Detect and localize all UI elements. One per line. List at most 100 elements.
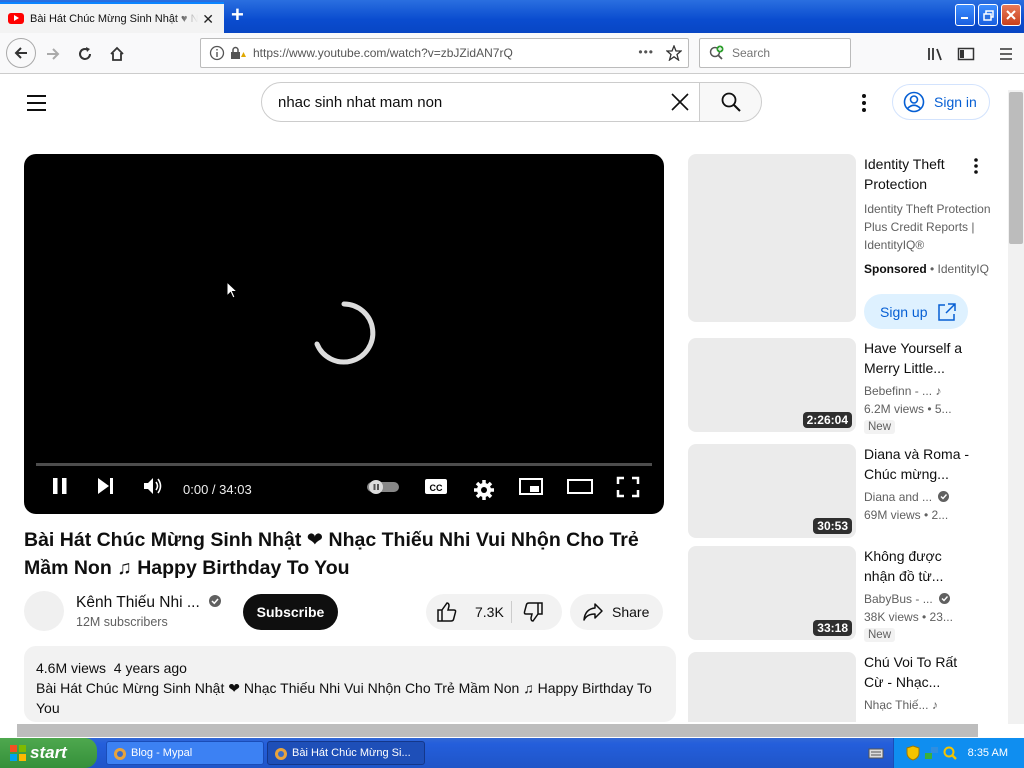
start-button[interactable]: start	[0, 738, 97, 768]
video-progress-bar[interactable]	[36, 463, 652, 466]
tab-close-icon[interactable]: ✕	[202, 11, 214, 28]
keyboard-layout-icon[interactable]	[868, 746, 884, 760]
browser-search-input[interactable]	[732, 46, 842, 60]
library-icon	[928, 48, 942, 61]
like-button[interactable]: 7.3K	[426, 594, 511, 630]
search-icon	[721, 92, 741, 112]
miniplayer-icon[interactable]	[518, 476, 544, 496]
browser-tab-active[interactable]: Bài Hát Chúc Mừng Sinh Nhật ♥ Nhạc Thiếu…	[0, 2, 224, 33]
related-meta-3: 38K views • 23...	[864, 610, 953, 624]
share-label: Share	[612, 604, 650, 620]
ad-description: Identity Theft Protection Plus Credit Re…	[864, 202, 991, 252]
svg-text:CC: CC	[430, 483, 443, 493]
mouse-cursor-icon	[226, 281, 238, 299]
music-note-icon: ♪	[935, 384, 942, 398]
thumbs-up-icon	[437, 602, 457, 622]
advertiser-name: • IdentityIQ	[930, 262, 989, 276]
vertical-scrollbar-thumb[interactable]	[1009, 92, 1023, 244]
network-icon[interactable]	[924, 745, 940, 761]
new-tab-button[interactable]: +	[231, 4, 244, 26]
sidebar-toggle-button[interactable]	[953, 41, 979, 67]
sidebar-icon	[957, 47, 975, 61]
video-duration: 2:26:04	[802, 412, 852, 428]
ad-more-options-icon[interactable]	[973, 157, 979, 175]
back-button[interactable]	[6, 38, 36, 68]
page-actions-menu-icon[interactable]: •••	[638, 45, 654, 59]
horizontal-scrollbar-thumb[interactable]	[17, 724, 978, 737]
channel-name-link[interactable]: Kênh Thiếu Nhi ...	[76, 594, 222, 612]
volume-icon[interactable]	[142, 476, 164, 496]
browser-search-bar[interactable]	[699, 38, 851, 68]
pause-icon[interactable]	[51, 476, 69, 496]
related-thumbnail-2[interactable]: 30:53	[688, 444, 856, 538]
taskbar-item-youtube[interactable]: Bài Hát Chúc Mừng Si...	[267, 741, 425, 765]
share-icon	[583, 603, 603, 621]
search-engine-icon[interactable]	[708, 45, 726, 61]
forward-button[interactable]	[40, 41, 66, 67]
taskbar-item-label: Blog - Mypal	[131, 747, 193, 759]
next-video-icon[interactable]	[96, 476, 116, 496]
sign-in-label: Sign in	[934, 94, 977, 110]
related-thumbnail-1[interactable]: 2:26:04	[688, 338, 856, 432]
search-icon[interactable]	[942, 745, 958, 761]
tab-title: Bài Hát Chúc Mừng Sinh Nhật ♥ Nhạc Thiếu…	[30, 12, 198, 25]
info-icon[interactable]	[209, 45, 225, 61]
sign-in-button[interactable]: Sign in	[892, 84, 990, 120]
ad-sponsored-line: Sponsored • IdentityIQ	[864, 262, 989, 276]
related-title-2[interactable]: Diana và Roma - Chúc mừng...	[864, 444, 974, 484]
related-title-1[interactable]: Have Yourself a Merry Little...	[864, 338, 974, 378]
url-text: https://www.youtube.com/watch?v=zbJZidAN…	[253, 46, 513, 60]
description-box[interactable]: 4.6M views 4 years ago Bài Hát Chúc Mừng…	[24, 646, 676, 722]
video-duration: 30:53	[813, 518, 852, 534]
close-window-button[interactable]	[1001, 4, 1021, 26]
youtube-search-button[interactable]	[699, 82, 762, 122]
home-button[interactable]	[104, 41, 130, 67]
theater-mode-icon[interactable]	[566, 476, 594, 496]
minimize-window-button[interactable]	[955, 4, 975, 26]
ad-title[interactable]: Identity Theft Protection	[864, 154, 974, 194]
channel-avatar[interactable]	[24, 591, 64, 631]
settings-gear-icon[interactable]	[473, 479, 495, 501]
related-thumbnail-4[interactable]	[688, 652, 856, 722]
video-title: Bài Hát Chúc Mừng Sinh Nhật ❤ Nhạc Thiếu…	[24, 529, 639, 579]
clear-search-icon[interactable]	[669, 91, 691, 113]
related-channel-name: Bebefinn - ...	[864, 384, 933, 398]
library-button[interactable]	[922, 41, 948, 67]
ad-cta-label: Sign up	[880, 303, 928, 320]
more-options-icon[interactable]	[861, 93, 867, 113]
related-thumbnail-3[interactable]: 33:18	[688, 546, 856, 640]
like-dislike-bar: 7.3K	[426, 594, 562, 630]
bookmark-star-icon[interactable]	[666, 45, 682, 61]
related-channel-name: Nhạc Thiế...	[864, 698, 929, 712]
start-label: start	[30, 743, 67, 762]
restore-window-button[interactable]	[978, 4, 998, 26]
ad-sign-up-button[interactable]: Sign up	[864, 294, 968, 329]
related-title-4[interactable]: Chú Voi To Rất Cừ - Nhạc...	[864, 652, 974, 692]
new-badge: New	[864, 420, 896, 434]
security-shield-icon[interactable]	[906, 745, 920, 761]
autoplay-toggle-icon[interactable]	[366, 476, 400, 496]
windows-taskbar: start Blog - Mypal Bài Hát Chúc Mừng Si.…	[0, 738, 1024, 768]
video-player[interactable]: 0:00 / 34:03 CC	[24, 154, 664, 514]
youtube-search-input[interactable]	[278, 93, 658, 111]
browser-menu-button[interactable]	[993, 41, 1019, 67]
account-icon	[903, 91, 925, 113]
subscribe-button[interactable]: Subscribe	[243, 594, 338, 630]
reload-icon	[79, 47, 91, 60]
url-bar[interactable]: https://www.youtube.com/watch?v=zbJZidAN…	[200, 38, 689, 68]
youtube-search-box[interactable]	[261, 82, 700, 122]
browser-navigation-bar: https://www.youtube.com/watch?v=zbJZidAN…	[0, 33, 1024, 74]
home-icon	[110, 46, 124, 61]
related-channel-name: BabyBus - ...	[864, 592, 933, 606]
taskbar-item-blog[interactable]: Blog - Mypal	[106, 741, 264, 765]
ad-thumbnail[interactable]	[688, 154, 856, 322]
subtitles-cc-icon[interactable]: CC	[424, 476, 448, 496]
like-count: 7.3K	[475, 604, 504, 620]
guide-menu-icon[interactable]	[26, 94, 48, 112]
share-button[interactable]: Share	[570, 594, 663, 630]
lock-icon[interactable]	[229, 45, 247, 61]
fullscreen-icon[interactable]	[616, 476, 640, 498]
related-title-3[interactable]: Không được nhận đồ từ...	[864, 546, 974, 586]
dislike-button[interactable]	[512, 594, 562, 630]
reload-button[interactable]	[72, 41, 98, 67]
